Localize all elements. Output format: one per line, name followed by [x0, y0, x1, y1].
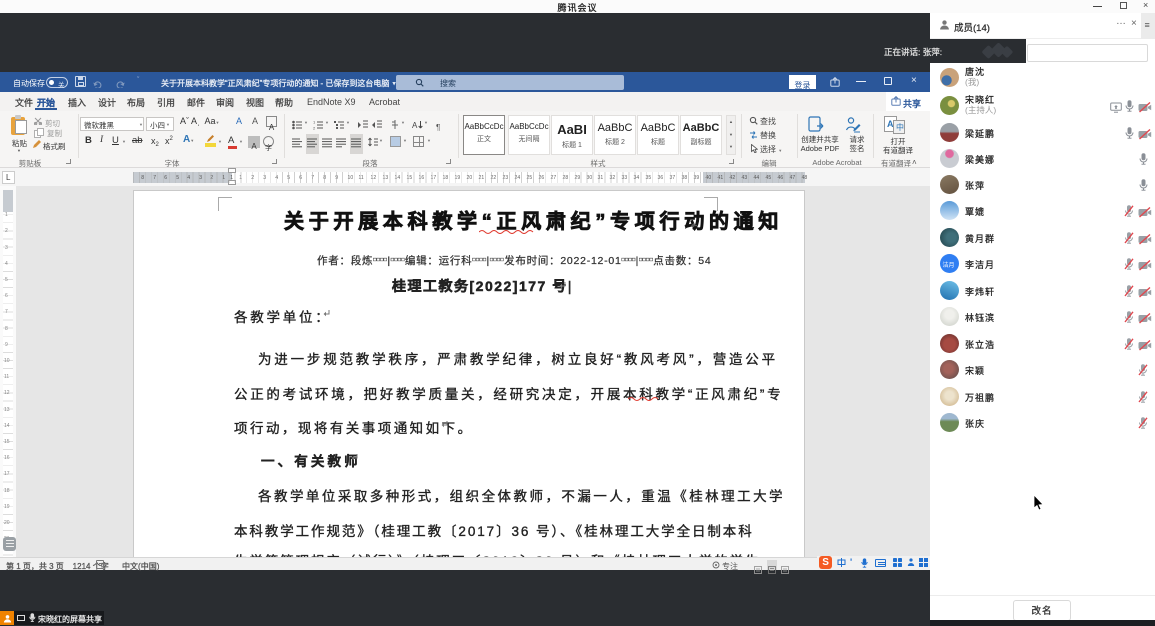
svg-text:2: 2: [313, 126, 316, 131]
svg-text:1: 1: [313, 120, 316, 125]
svg-text:A: A: [412, 121, 418, 130]
